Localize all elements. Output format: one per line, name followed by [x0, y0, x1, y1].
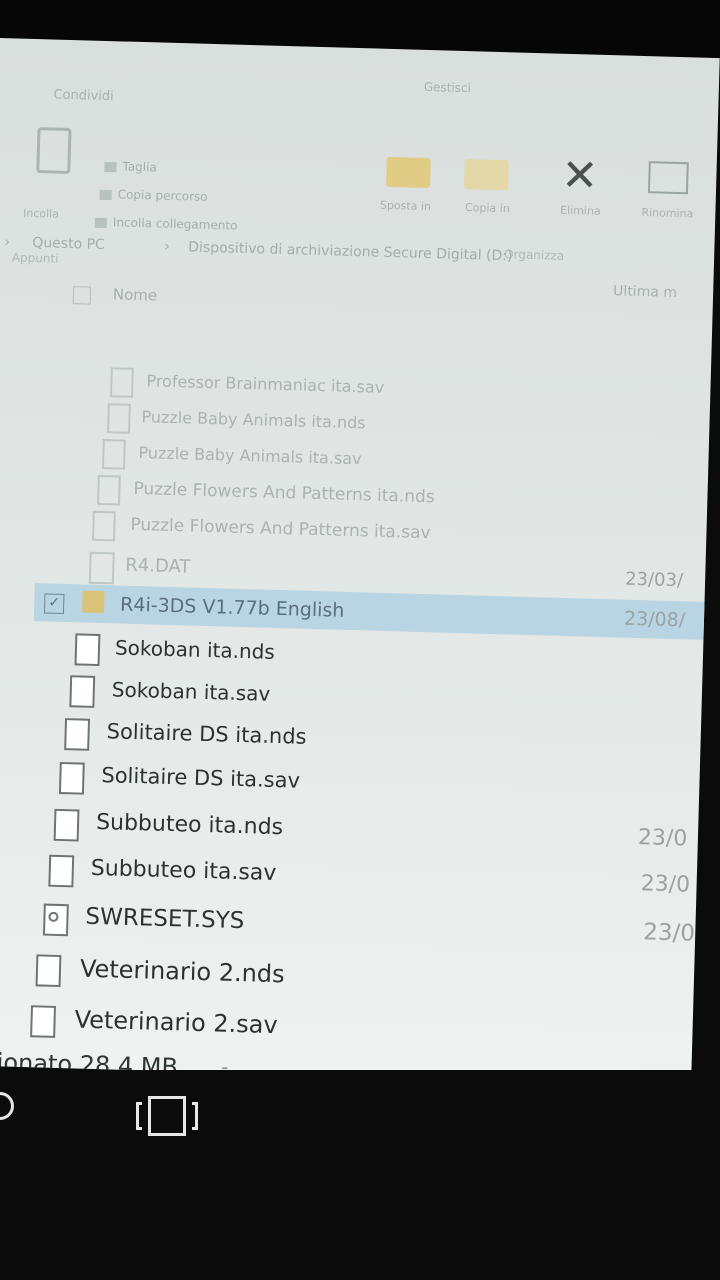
- file-explorer-window: Condividi Gestisci Incolla Taglia Copia …: [0, 38, 720, 1086]
- file-icon: [110, 367, 134, 398]
- row-checkbox-checked[interactable]: ✓: [43, 593, 65, 615]
- file-name: Subbuteo ita.nds: [95, 809, 284, 841]
- file-icon: [91, 510, 116, 542]
- task-view-icon[interactable]: [136, 1094, 200, 1142]
- copy-to-button-label[interactable]: Copia in: [447, 201, 527, 216]
- breadcrumb-this-pc[interactable]: Questo PC: [32, 235, 105, 253]
- paste-button-label[interactable]: Incolla: [23, 207, 59, 221]
- ribbon-top-group-label: Gestisci: [423, 79, 472, 96]
- copy-path-label: Copia percorso: [117, 187, 208, 204]
- paste-shortcut-label: Incolla collegamento: [112, 215, 238, 233]
- file-icon: [69, 675, 96, 708]
- file-name: SWRESET.SYS: [85, 903, 245, 935]
- file-date: 23/03/: [624, 568, 684, 592]
- paste-shortcut-icon: [94, 217, 108, 228]
- file-date: 23/0: [642, 919, 696, 947]
- file-icon: [48, 854, 75, 888]
- delete-button-label[interactable]: Elimina: [540, 203, 620, 218]
- file-icon: [74, 633, 101, 667]
- file-name: R4.DAT: [125, 554, 191, 578]
- file-icon: [30, 1005, 56, 1038]
- rename-icon[interactable]: [647, 161, 689, 195]
- system-file-icon: [42, 903, 69, 937]
- delete-icon[interactable]: ✕: [561, 150, 599, 202]
- file-name: Sokoban ita.nds: [114, 635, 276, 664]
- file-icon: [88, 551, 115, 585]
- chevron-right-icon: ›: [164, 238, 171, 255]
- file-icon: [102, 439, 126, 470]
- tab-share[interactable]: Condividi: [53, 88, 114, 105]
- copy-path-icon: [99, 189, 112, 200]
- file-name: Solitaire DS ita.nds: [106, 719, 307, 749]
- file-name: Professor Brainmaniac ita.sav: [146, 371, 385, 397]
- file-name: Sokoban ita.sav: [111, 677, 271, 706]
- paste-icon[interactable]: [36, 127, 72, 175]
- file-name: Veterinario 2.nds: [79, 954, 286, 989]
- column-name-header[interactable]: Nome: [113, 285, 158, 304]
- copy-to-icon[interactable]: [463, 159, 509, 191]
- folder-icon: [81, 590, 105, 614]
- cut-button[interactable]: Taglia: [104, 159, 157, 174]
- chevron-right-icon: ›: [4, 234, 11, 251]
- column-header: Nome Ultima m: [0, 278, 713, 328]
- cut-label: Taglia: [122, 159, 157, 175]
- file-icon: [64, 718, 91, 751]
- file-name: Puzzle Baby Animals ita.nds: [141, 407, 366, 433]
- file-name: Subbuteo ita.sav: [90, 855, 277, 887]
- file-icon: [53, 808, 80, 842]
- file-date: 23/08/: [623, 607, 686, 632]
- file-icon: [35, 954, 62, 988]
- copy-path-button[interactable]: Copia percorso: [99, 187, 208, 204]
- file-name: Puzzle Baby Animals ita.sav: [138, 443, 362, 469]
- column-modified-header[interactable]: Ultima m: [613, 283, 677, 301]
- move-to-icon[interactable]: [385, 156, 431, 189]
- scissors-icon: [104, 161, 117, 172]
- file-icon: [107, 403, 131, 434]
- file-date: 23/0: [640, 871, 691, 898]
- paste-shortcut-button[interactable]: Incolla collegamento: [94, 215, 238, 233]
- file-name: Puzzle Flowers And Patterns ita.sav: [130, 514, 431, 544]
- select-all-checkbox[interactable]: [72, 286, 92, 305]
- file-name: R4i-3DS V1.77b English: [119, 593, 345, 622]
- file-name: Solitaire DS ita.sav: [101, 763, 301, 793]
- move-to-button-label[interactable]: Sposta in: [365, 198, 445, 213]
- file-name: Veterinario 2.sav: [74, 1005, 279, 1040]
- file-icon: [58, 761, 85, 795]
- rename-button-label[interactable]: Rinomina: [627, 206, 707, 221]
- file-name: Puzzle Flowers And Patterns ita.nds: [133, 478, 435, 508]
- file-date: 23/0: [637, 825, 688, 852]
- file-icon: [97, 474, 121, 506]
- taskbar: [0, 1070, 720, 1280]
- start-icon[interactable]: [0, 1092, 14, 1120]
- breadcrumb-sd-drive[interactable]: Dispositivo di archiviazione Secure Digi…: [188, 239, 513, 264]
